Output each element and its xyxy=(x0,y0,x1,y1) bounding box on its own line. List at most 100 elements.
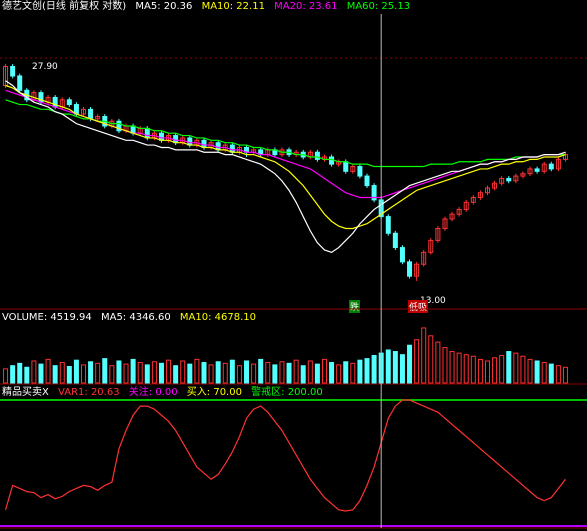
candle-body xyxy=(364,175,370,187)
ma20-line xyxy=(5,89,566,199)
volume-bar xyxy=(102,358,108,384)
volume-bar xyxy=(414,339,420,384)
volume-bar xyxy=(229,359,235,384)
volume-bar xyxy=(279,361,285,384)
volume-bar xyxy=(151,361,157,384)
volume-bar xyxy=(194,358,200,384)
volume-bar xyxy=(222,362,228,384)
volume-bar xyxy=(251,363,257,384)
candle-body xyxy=(357,166,363,177)
candle-body xyxy=(88,108,94,120)
volume-bar xyxy=(329,362,335,384)
volume-bar xyxy=(215,361,221,384)
candle-body xyxy=(343,161,349,172)
candle-body xyxy=(506,177,512,182)
volume-bar xyxy=(201,362,207,384)
volume-bar xyxy=(435,341,441,384)
volume-bar xyxy=(59,362,65,384)
volume-bar xyxy=(116,360,122,384)
stock-chart[interactable] xyxy=(0,0,587,531)
volume-bar xyxy=(513,352,519,384)
volume-bar xyxy=(158,362,164,384)
volume-bar xyxy=(343,361,349,384)
volume-bar xyxy=(130,358,136,384)
volume-bar xyxy=(236,365,242,384)
volume-bar xyxy=(562,366,568,384)
volume-bar xyxy=(38,363,44,384)
candle-body xyxy=(17,75,23,91)
volume-bar xyxy=(470,355,476,384)
candle-body xyxy=(66,99,72,106)
candle-body xyxy=(144,127,150,139)
volume-bar xyxy=(527,358,533,384)
candle-body xyxy=(534,168,540,172)
volume-bar xyxy=(399,354,405,384)
volume-bar xyxy=(180,360,186,384)
volume-bar xyxy=(357,359,363,384)
volume-bar xyxy=(88,361,94,384)
volume-bar xyxy=(555,365,561,384)
volume-bar xyxy=(137,362,143,384)
volume-bar xyxy=(17,362,23,384)
volume-bar xyxy=(506,351,512,384)
candle-body xyxy=(314,151,320,160)
volume-bar xyxy=(385,349,391,384)
volume-bar xyxy=(52,365,58,384)
volume-bar xyxy=(421,327,427,384)
volume-bar xyxy=(66,365,72,384)
volume-bar xyxy=(534,360,540,384)
candle-body xyxy=(407,261,413,277)
volume-bar xyxy=(109,365,115,384)
volume-bar xyxy=(265,362,271,384)
volume-bar xyxy=(499,354,505,384)
volume-bar xyxy=(484,360,490,384)
ma10-line xyxy=(5,84,566,230)
volume-bar xyxy=(166,359,172,384)
volume-bar xyxy=(258,358,264,384)
volume-bar xyxy=(477,358,483,384)
volume-bar xyxy=(321,358,327,384)
volume-bar xyxy=(307,360,313,384)
volume-bar xyxy=(364,358,370,384)
volume-bar xyxy=(428,335,434,384)
volume-bar xyxy=(31,360,37,384)
volume-bar xyxy=(456,352,462,384)
volume-bar xyxy=(548,363,554,384)
volume-bar xyxy=(350,362,356,384)
volume-bar xyxy=(244,360,250,384)
volume-bar xyxy=(81,364,87,384)
volume-bar xyxy=(541,362,547,384)
volume-bar xyxy=(449,351,455,384)
volume-bar xyxy=(208,364,214,384)
volume-bar xyxy=(10,365,16,384)
ma5-line xyxy=(5,80,566,253)
volume-bar xyxy=(314,363,320,384)
candle-body xyxy=(548,163,554,170)
volume-bar xyxy=(73,359,79,384)
volume-bar xyxy=(95,362,101,384)
volume-bar xyxy=(300,365,306,384)
volume-bar xyxy=(24,366,30,384)
volume-bar xyxy=(286,362,292,384)
candle-body xyxy=(385,216,391,234)
volume-bar xyxy=(272,364,278,384)
volume-bar xyxy=(442,347,448,384)
volume-bar xyxy=(492,357,498,384)
volume-bar xyxy=(293,359,299,384)
volume-bar xyxy=(45,358,51,384)
volume-bar xyxy=(371,354,377,384)
volume-bar xyxy=(3,368,9,384)
volume-bar xyxy=(336,364,342,384)
var1-line xyxy=(4,399,566,512)
volume-bar xyxy=(187,363,193,384)
volume-bar xyxy=(520,355,526,384)
volume-bar xyxy=(173,365,179,384)
volume-bar xyxy=(144,364,150,384)
volume-bar xyxy=(407,344,413,384)
volume-bar xyxy=(392,351,398,384)
candle-body xyxy=(329,156,335,165)
candle-body xyxy=(10,65,16,77)
candle-body xyxy=(392,232,398,249)
candle-body xyxy=(399,247,405,263)
volume-bar xyxy=(123,363,129,384)
